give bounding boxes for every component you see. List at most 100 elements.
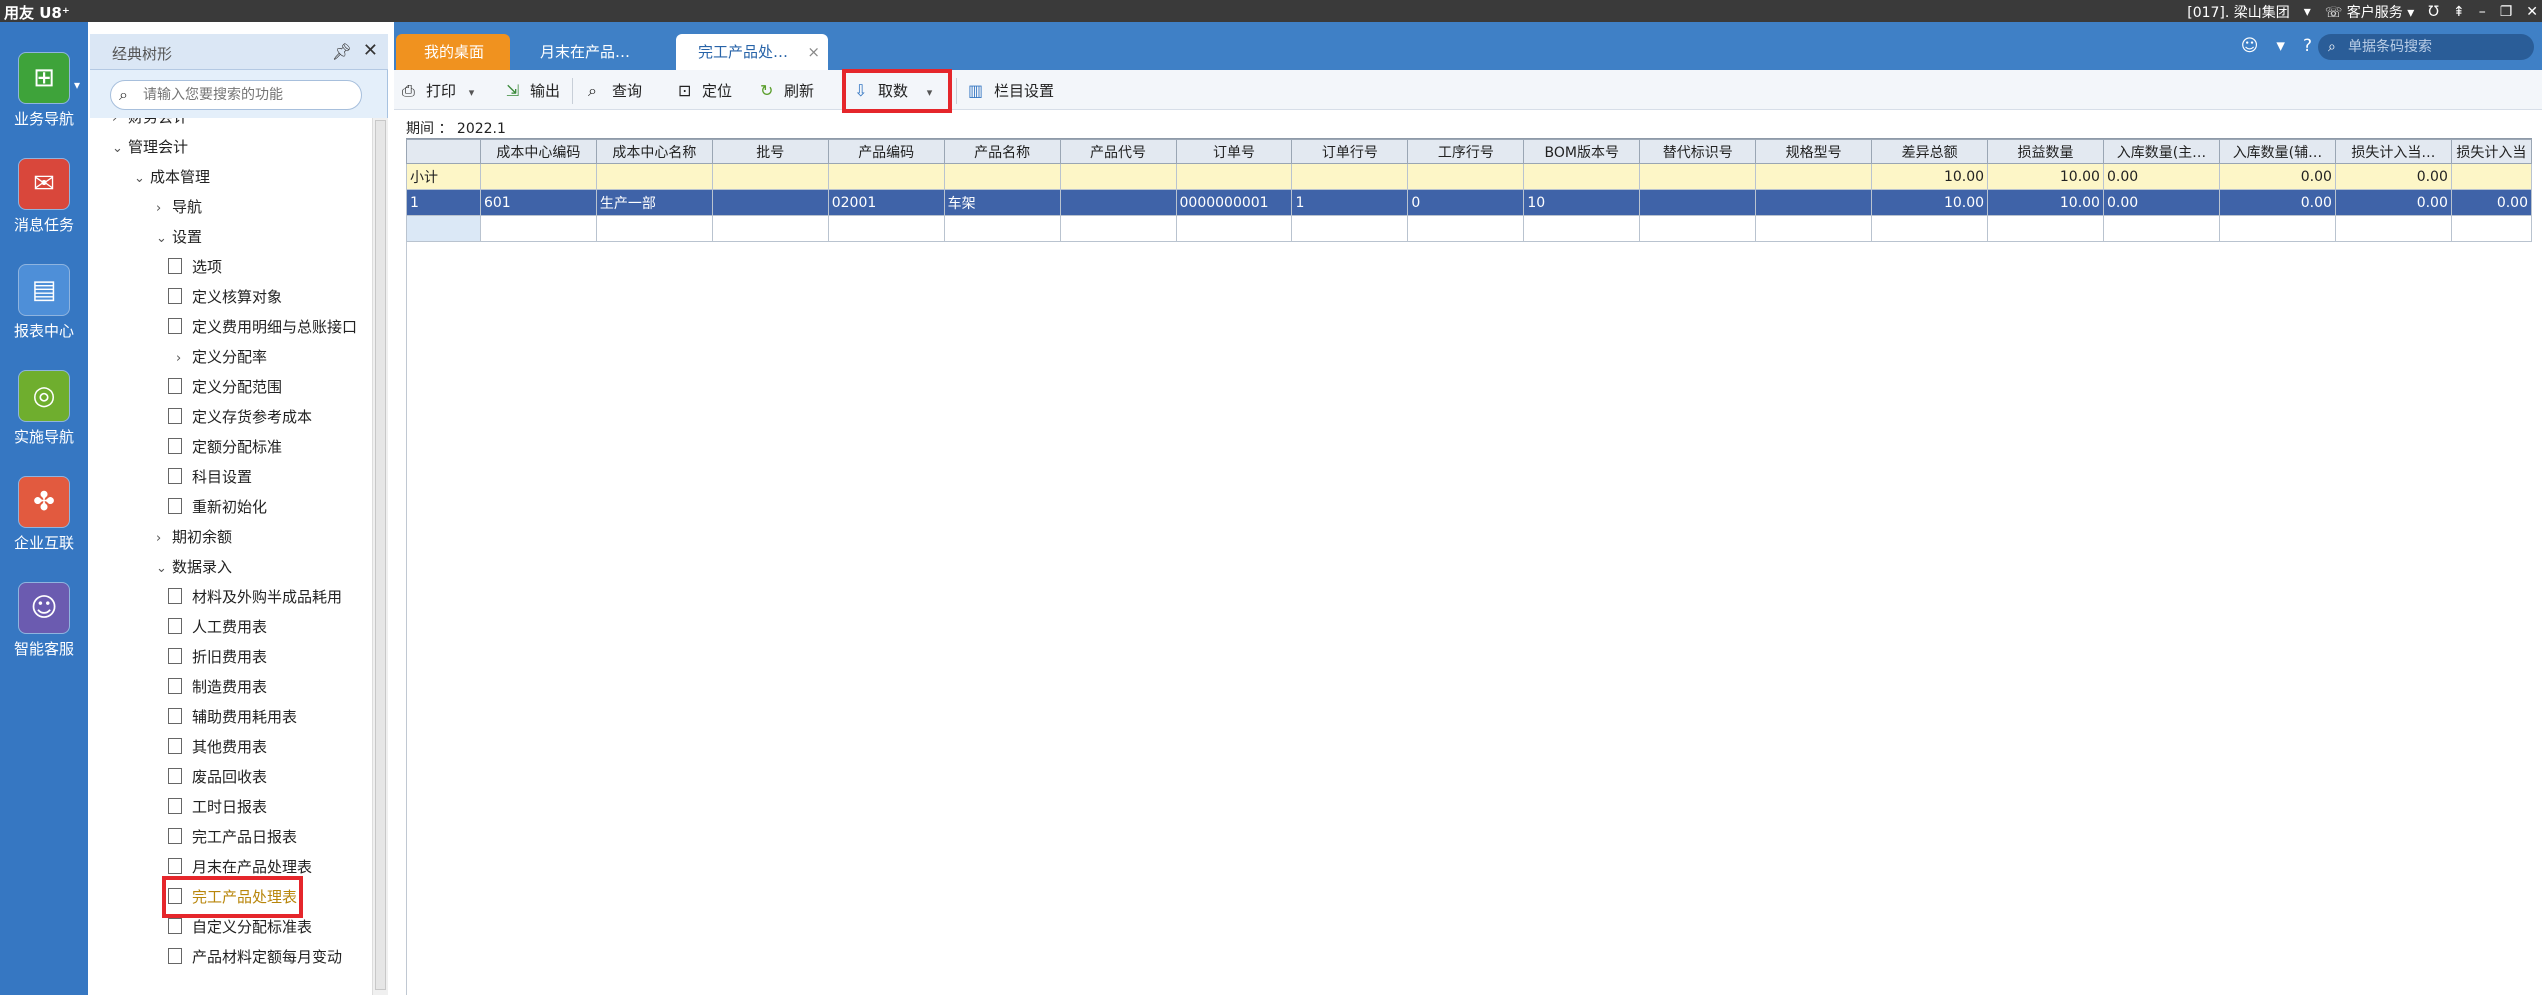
table-cell[interactable] (711, 215, 829, 242)
tree-node[interactable]: 定义核算对象 (168, 282, 282, 312)
table-cell[interactable] (1523, 215, 1641, 242)
chevron-down-icon[interactable]: ▾ (927, 86, 933, 99)
tree-node[interactable]: 重新初始化 (168, 492, 267, 522)
tree-node[interactable]: 定义存货参考成本 (168, 402, 312, 432)
column-header[interactable]: 产品名称 (943, 139, 1061, 164)
column-header[interactable]: 差异总额 (1871, 139, 1989, 164)
table-cell[interactable] (1871, 215, 1989, 242)
table-cell[interactable]: 10.00 (1871, 189, 1989, 216)
chevron-down-icon[interactable]: ⌄ (156, 554, 172, 584)
column-header[interactable]: 批号 (711, 139, 829, 164)
column-header[interactable]: 产品编码 (827, 139, 945, 164)
table-cell[interactable] (595, 215, 713, 242)
tree-node[interactable]: 废品回收表 (168, 762, 267, 792)
empty-row[interactable] (406, 215, 2533, 242)
table-cell[interactable] (1755, 189, 1873, 216)
scrollbar-thumb[interactable] (375, 120, 386, 990)
column-header[interactable]: 损失计入当 (2450, 139, 2533, 164)
table-cell[interactable] (2102, 215, 2220, 242)
tree-search[interactable]: ⌕ (110, 80, 362, 110)
tree-search-input[interactable] (143, 85, 353, 105)
tree-node[interactable]: 选项 (168, 252, 222, 282)
barcode-search-input[interactable]: ⌕ 单据条码搜索 (2318, 34, 2534, 60)
column-header[interactable]: 产品代号 (1059, 139, 1177, 164)
column-header[interactable] (406, 139, 481, 164)
chevron-right-icon[interactable]: › (176, 344, 192, 374)
u-icon[interactable]: Ʊ (2428, 4, 2439, 20)
tree-scrollbar[interactable] (372, 118, 388, 995)
tree-node[interactable]: 制造费用表 (168, 672, 267, 702)
tree-node[interactable]: 产品材料定额每月变动 (168, 942, 342, 972)
tree-node[interactable]: 科目设置 (168, 462, 252, 492)
tree-node[interactable]: 人工费用表 (168, 612, 267, 642)
rail-item-message[interactable]: ✉ 消息任务 (0, 158, 88, 235)
export-button[interactable]: ⇲ 输出 (504, 79, 560, 103)
tree-node[interactable]: 定额分配标准 (168, 432, 282, 462)
locate-button[interactable]: ⊡ 定位 (676, 79, 732, 103)
customer-service-button[interactable]: ☏ 客户服务 ▾ (2325, 2, 2414, 22)
tree-node[interactable]: › 期初余额 (156, 522, 232, 552)
tab-home[interactable]: 我的桌面 (396, 34, 510, 70)
tree-node[interactable]: 工时日报表 (168, 792, 267, 822)
chevron-down-icon[interactable]: ⌄ (156, 224, 172, 254)
fetch-button[interactable]: ⇩ 取数 ▾ (842, 69, 952, 113)
table-cell[interactable] (1987, 215, 2104, 242)
pin-icon[interactable]: ⇞ (2453, 4, 2465, 20)
tree-node[interactable]: › 导航 (156, 192, 202, 222)
column-settings-button[interactable]: ▥ 栏目设置 (948, 79, 1054, 103)
minimize-icon[interactable]: – (2479, 4, 2486, 20)
tree-node[interactable]: ⌄ 数据录入 (156, 552, 232, 582)
tree-node[interactable]: ⌄ 成本管理 (134, 162, 210, 192)
help-icon[interactable]: ? (2303, 36, 2312, 56)
tree-node[interactable]: ⌄ 管理会计 (112, 132, 188, 162)
rail-item-connect[interactable]: ✤ 企业互联 (0, 476, 88, 553)
table-cell[interactable]: 0.00 (2218, 189, 2336, 216)
table-cell[interactable] (1059, 215, 1177, 242)
table-cell[interactable] (827, 215, 945, 242)
column-header[interactable]: 损失计入当… (2334, 139, 2452, 164)
chevron-down-icon[interactable]: ⌄ (134, 164, 150, 194)
table-cell[interactable] (2218, 215, 2336, 242)
refresh-button[interactable]: ↻ 刷新 (758, 79, 814, 103)
close-icon[interactable]: ✕ (2526, 4, 2538, 20)
pin-icon[interactable]: 📌︎ (332, 42, 352, 61)
smiley-icon[interactable]: ☺ (2241, 36, 2259, 56)
table-cell[interactable]: 车架 (943, 189, 1061, 216)
tab-finished-products[interactable]: 完工产品处… × (676, 34, 828, 70)
chevron-right-icon[interactable]: › (156, 524, 172, 554)
column-header[interactable]: BOM版本号 (1523, 139, 1641, 164)
table-cell[interactable] (1639, 215, 1757, 242)
table-cell[interactable]: 10.00 (1987, 189, 2104, 216)
column-header[interactable]: 规格型号 (1755, 139, 1873, 164)
close-icon[interactable]: ✕ (363, 40, 378, 61)
column-header[interactable]: 成本中心名称 (595, 139, 713, 164)
table-cell[interactable]: 1 (406, 189, 481, 216)
column-header[interactable]: 入库数量(主… (2102, 139, 2220, 164)
table-cell[interactable] (479, 215, 597, 242)
restore-icon[interactable]: ❐ (2500, 4, 2513, 20)
column-header[interactable]: 工序行号 (1407, 139, 1525, 164)
table-cell[interactable] (2450, 215, 2533, 242)
table-cell[interactable]: 601 (479, 189, 597, 216)
table-cell[interactable] (711, 189, 829, 216)
tree-node[interactable]: 定义分配范围 (168, 372, 282, 402)
table-cell[interactable]: 1 (1291, 189, 1409, 216)
table-cell[interactable]: 10 (1523, 189, 1641, 216)
dropdown-icon[interactable]: ▾ (2304, 4, 2311, 20)
table-cell[interactable] (1407, 215, 1525, 242)
table-cell[interactable]: 0 (1407, 189, 1525, 216)
column-header[interactable]: 损益数量 (1987, 139, 2104, 164)
table-cell[interactable] (1175, 215, 1293, 242)
table-cell[interactable] (1639, 189, 1757, 216)
tab-month-end-wip[interactable]: 月末在产品… (522, 34, 688, 70)
table-cell[interactable]: 0.00 (2450, 189, 2533, 216)
query-button[interactable]: ⌕ 查询 (586, 79, 642, 103)
column-header[interactable]: 订单号 (1175, 139, 1293, 164)
tree-node[interactable]: 其他费用表 (168, 732, 267, 762)
chevron-right-icon[interactable]: › (156, 194, 172, 224)
rail-item-report[interactable]: ▤ 报表中心 (0, 264, 88, 341)
tree-node[interactable]: 月末在产品处理表 (168, 852, 312, 882)
table-cell[interactable] (2334, 215, 2452, 242)
chevron-down-icon[interactable]: ▾ (74, 78, 80, 92)
print-button[interactable]: ⎙ 打印 ▾ (400, 79, 474, 103)
